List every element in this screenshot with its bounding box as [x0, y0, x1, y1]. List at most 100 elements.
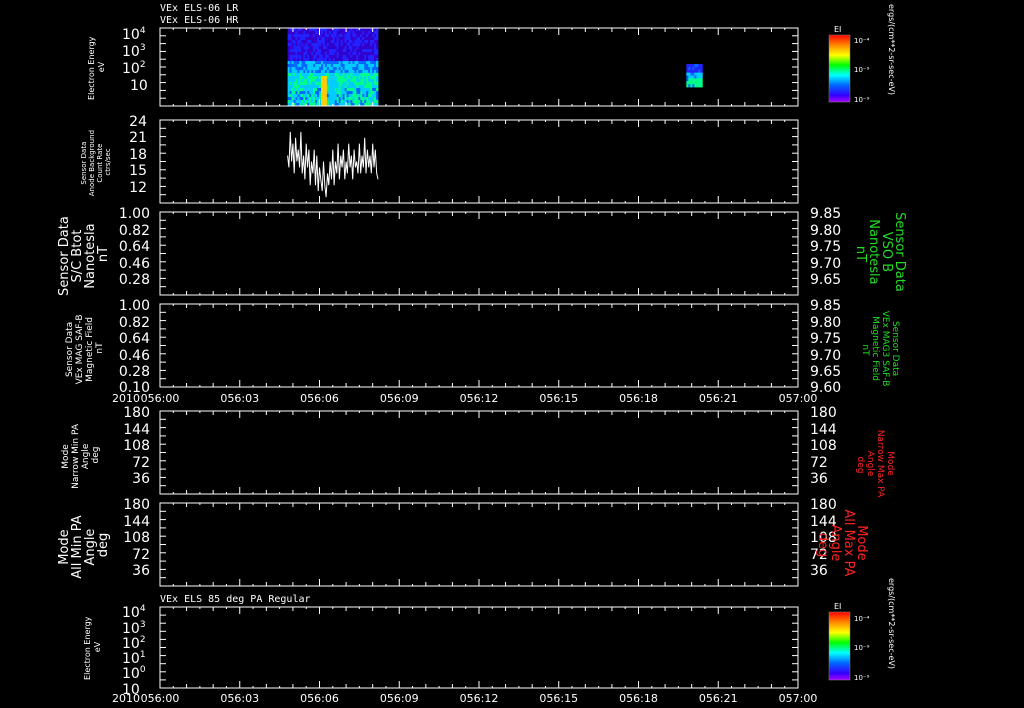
- spectrogram-cell: [700, 72, 703, 76]
- spectrogram-cell: [376, 94, 379, 98]
- spectrogram-cell: [376, 43, 379, 47]
- spectrogram-cell: [700, 84, 703, 88]
- p5-ytick: 72: [132, 455, 150, 471]
- colorbar-units: ergs/(cm**2-sr-sec-eV): [887, 578, 896, 669]
- p5-rtick: 144: [810, 422, 837, 438]
- p7-ytick-exp: 1: [140, 650, 146, 660]
- colorbar-title: EI: [834, 25, 841, 34]
- p3-ytick: 0.46: [119, 256, 150, 272]
- x-tick-label: 056:12: [460, 392, 499, 405]
- spectrogram-cell: [376, 70, 379, 74]
- p4-rlabel-line2: VEx MAG3 SAF-B: [880, 311, 890, 387]
- panel1-header-line2: VEx ELS-06 HR: [160, 15, 239, 26]
- panel5-left-y-tick-labels: 180 144 108 72 36: [123, 405, 150, 487]
- p7-ytick-exp: 0: [140, 665, 146, 675]
- panel4-left-y-tick-labels: 1.00 0.82 0.64 0.46 0.28 0.10: [119, 298, 150, 396]
- p4-rtick: 9.75: [810, 331, 841, 347]
- p5-rtick: 108: [810, 438, 837, 454]
- panel5-right-label: Mode Narrow Max PA Angle deg: [855, 430, 895, 500]
- colorbar-units: ergs/(cm**2-sr-sec-eV): [887, 4, 896, 95]
- p6-ytick: 180: [123, 497, 150, 513]
- p2-ytick: 12: [129, 180, 147, 196]
- spectrogram-cell: [376, 79, 379, 83]
- p6-rtick: 180: [810, 497, 837, 513]
- spectrogram-cell: [376, 61, 379, 65]
- p3-rtick: 9.70: [810, 256, 841, 272]
- panel3-ylabel: Sensor Data S/C Btot Nanotesla nT: [57, 212, 111, 296]
- spectrogram-cell: [376, 40, 379, 44]
- p6-ylabel-line4: deg: [96, 533, 111, 558]
- x-tick-label: 056:06: [300, 392, 339, 405]
- panel4-right-y-tick-labels: 9.85 9.80 9.75 9.70 9.65 9.60: [810, 298, 841, 396]
- colorbar-title: EI: [834, 602, 841, 611]
- panel5-ylabel: Mode Narrow Min PA Angle deg: [61, 421, 101, 489]
- panel4-right-label: Sensor Data VEx MAG3 SAF-B Magnetic Fiel…: [860, 311, 900, 390]
- p4-ylabel-line2: VEx MAG SAF-B: [75, 314, 85, 384]
- p3-rtick: 9.65: [810, 272, 841, 288]
- p7-ytick-1e0: 100: [122, 665, 146, 682]
- p5-rtick: 180: [810, 405, 837, 421]
- p5-ylabel-line4: deg: [91, 447, 101, 464]
- x-tick-label: 056:00: [141, 692, 180, 705]
- colorbar-tick-mid: 10⁻⁹: [854, 644, 870, 652]
- p5-ytick: 108: [123, 438, 150, 454]
- p5-rlabel-line4: deg: [855, 457, 865, 474]
- p4-ylabel-line4: nT: [95, 342, 105, 354]
- spectrogram-cell: [376, 49, 379, 53]
- p2-ytick: 15: [129, 163, 147, 179]
- colorbar-tick-top: 10⁻⁴: [854, 615, 870, 623]
- panel-narrow-pa: 180 144 108 72 36 180 144 108 72 36 Mode…: [61, 405, 895, 500]
- x-tick-label: 056:06: [300, 692, 339, 705]
- colorbar-tick-mid: 10⁻⁹: [854, 66, 870, 74]
- spectrogram-cell: [700, 78, 703, 82]
- panel7-ylabel: Electron Energy eV: [83, 614, 102, 680]
- p4-ytick: 0.28: [119, 364, 150, 380]
- spectrogram-cell: [700, 75, 703, 79]
- p1-ylabel-line2: eV: [97, 61, 106, 72]
- panel7-header: VEx ELS 85 deg PA Regular: [160, 594, 311, 605]
- panel2-y-tick-labels: 24 21 18 15 12: [129, 114, 147, 196]
- x-tick-label: 056:00: [141, 392, 180, 405]
- p7-ylabel-line2: eV: [93, 641, 102, 652]
- p4-ytick: 0.46: [119, 348, 150, 364]
- p4-rtick: 9.85: [810, 298, 841, 314]
- p3-ytick: 0.28: [119, 272, 150, 288]
- p1-ytick-exp: 3: [140, 43, 146, 53]
- stacked-time-series-chart: VEx ELS-06 LR VEx ELS-06 HR 104 103 102 …: [57, 3, 907, 705]
- p5-rlabel-line1: Mode: [885, 451, 895, 476]
- spectrogram-cell: [700, 81, 703, 85]
- panel7-frame: [159, 606, 799, 689]
- panel6-frame: [159, 502, 799, 587]
- panel6-left-y-tick-labels: 180 144 108 72 36: [123, 497, 150, 579]
- panel7-time-ticks: [159, 607, 799, 688]
- p3-rtick: 9.85: [810, 206, 841, 222]
- x-tick-label: 057:00: [779, 392, 818, 405]
- x-tick-label: 056:09: [380, 392, 419, 405]
- panel1-y-tick-labels: 104 103 102 10: [122, 26, 148, 94]
- p4-rlabel-line3: Magnetic Field: [870, 316, 880, 381]
- p2-ytick: 21: [129, 130, 147, 146]
- panel5-right-y-tick-labels: 180 144 108 72 36: [810, 405, 837, 487]
- panel-all-pa: 180 144 108 72 36 180 144 108 72 36 Mode…: [57, 497, 869, 587]
- p4-rlabel-line4: nT: [860, 344, 870, 356]
- p6-ytick: 108: [123, 530, 150, 546]
- p5-ylabel-line3: Angle: [81, 443, 91, 469]
- x-tick-label: 056:15: [539, 392, 578, 405]
- p4-rtick: 9.65: [810, 364, 841, 380]
- panel3-right-y-tick-labels: 9.85 9.80 9.75 9.70 9.65: [810, 206, 841, 288]
- p7-ytick-1e4: 104: [122, 604, 146, 621]
- p4-ytick: 1.00: [119, 298, 150, 314]
- x-tick-label: 056:09: [380, 692, 419, 705]
- spectrogram-cell: [376, 91, 379, 95]
- colorbar-tick-bottom: 10⁻⁹: [854, 674, 870, 682]
- colorbar-tick-top: 10⁻⁴: [854, 37, 870, 45]
- panel4-time-labels: 056:00 056:03 056:06 056:09 056:12 056:15 056:…: [141, 392, 818, 405]
- panel-anode-background: 24 21 18 15 12 Sensor Data Anode Backgro…: [80, 114, 799, 204]
- panel3-time-ticks: [159, 212, 799, 295]
- spectrogram-cell: [376, 85, 379, 89]
- p7-ylabel-line1: Electron Energy: [83, 616, 92, 680]
- p3-rlabel-line4: nT: [853, 246, 868, 262]
- spectrogram-cell: [376, 37, 379, 41]
- p1-ytick-exp: 2: [140, 60, 146, 70]
- p3-rtick: 9.80: [810, 223, 841, 239]
